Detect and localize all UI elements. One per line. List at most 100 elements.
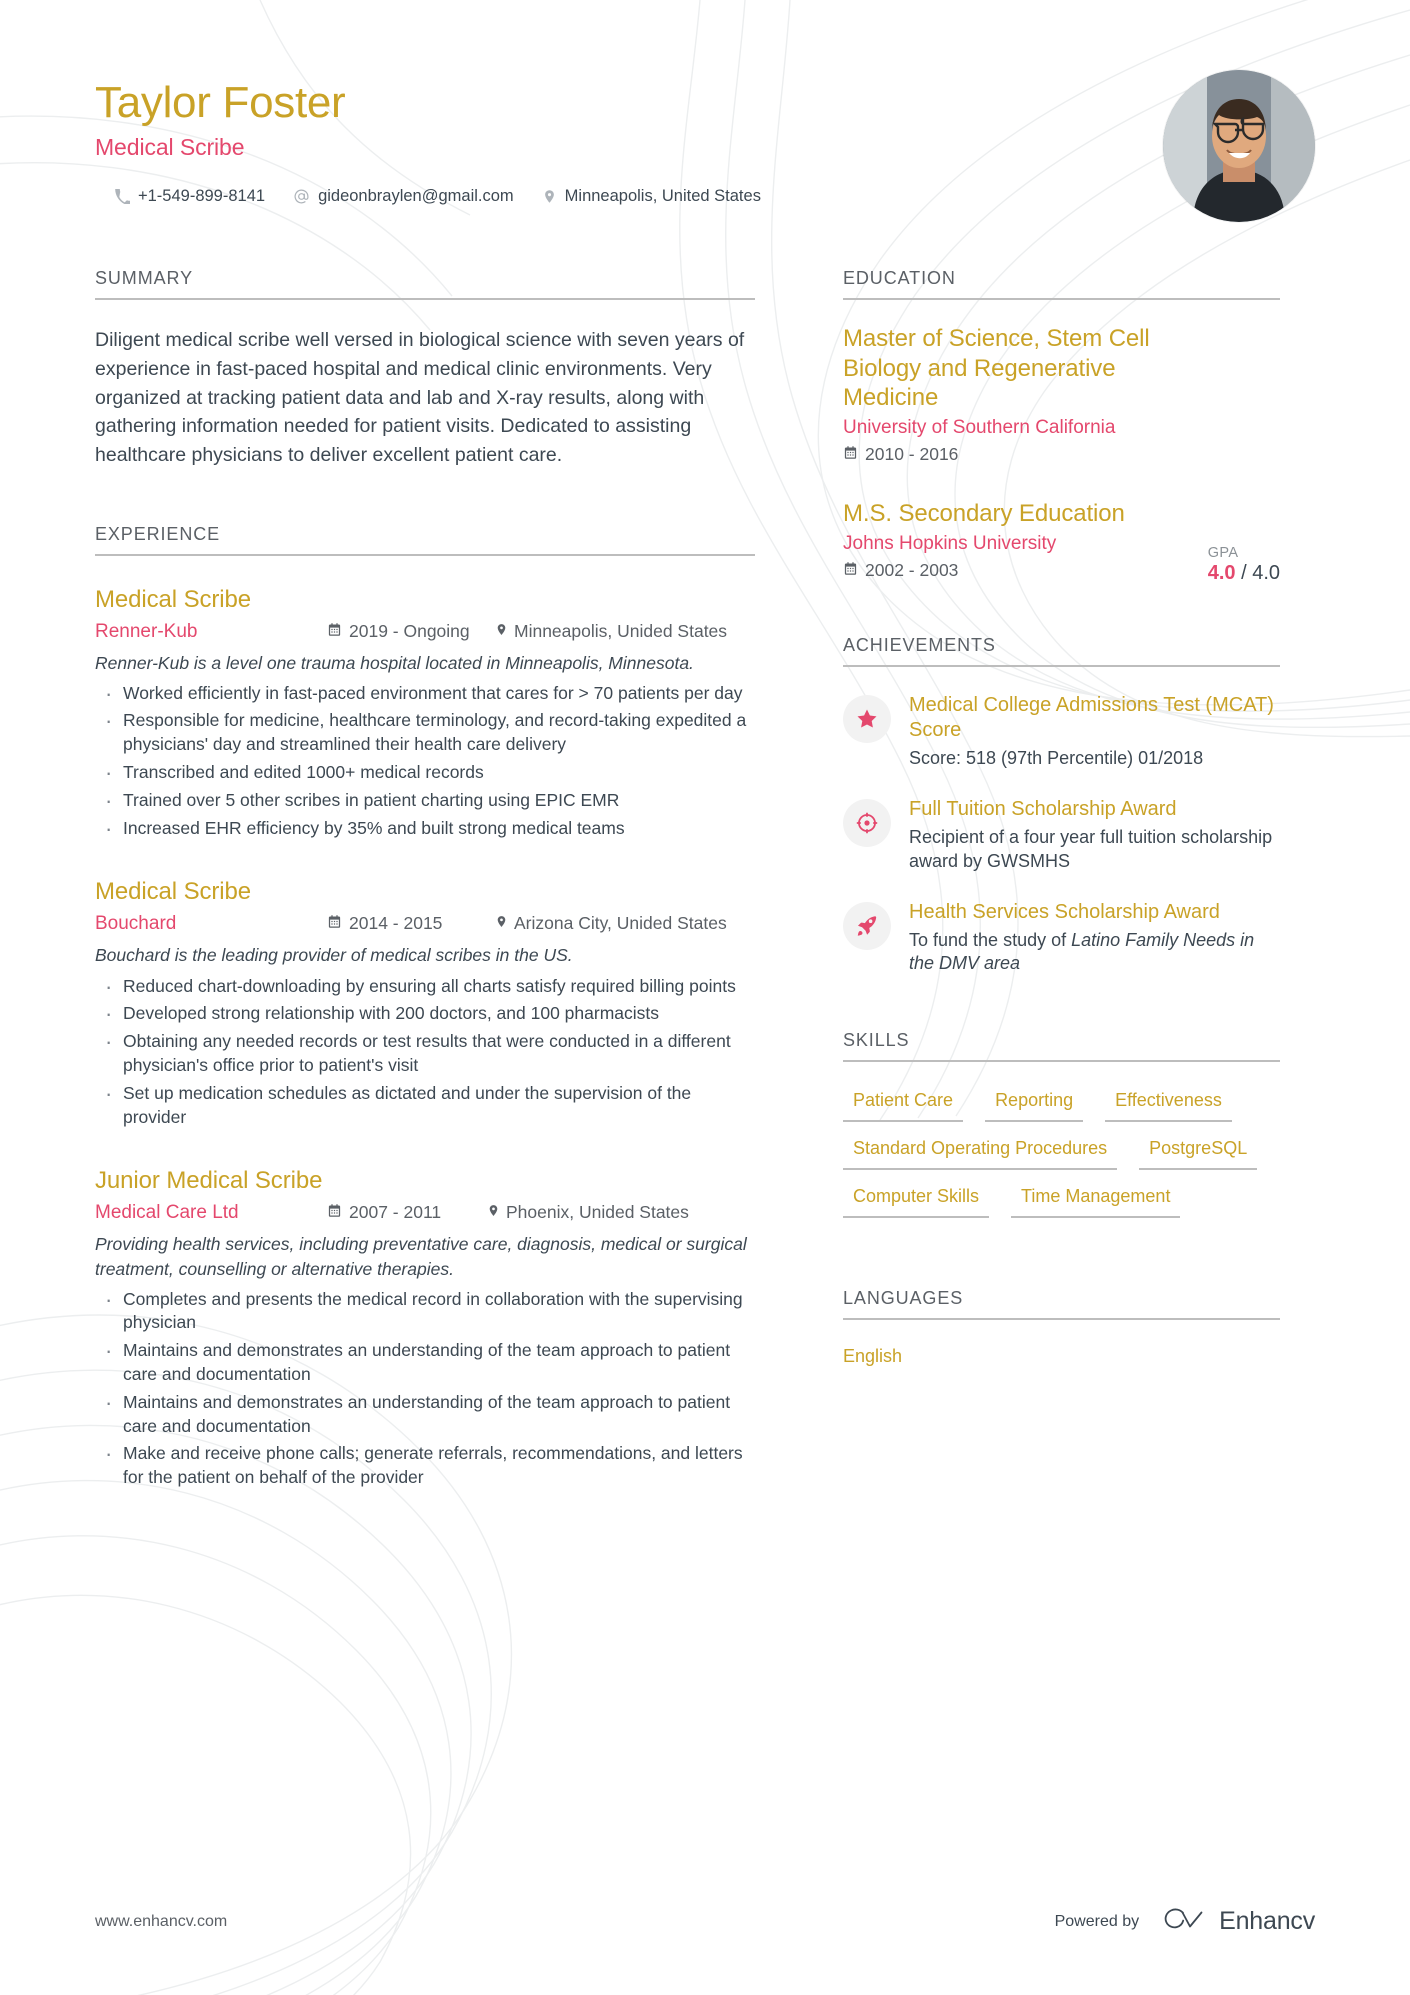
job-meta: Medical Care Ltd 2007 - 2011 Phoenix, Un… xyxy=(95,1202,755,1224)
target-icon xyxy=(843,799,891,848)
achievements-section: ACHIEVEMENTS Medical College Admissions … xyxy=(843,635,1280,976)
contact-phone-text: +1-549-899-8141 xyxy=(138,187,266,206)
avatar-photo xyxy=(1163,70,1315,222)
enhancv-brand[interactable]: Enhancv xyxy=(1161,1906,1315,1937)
star-icon xyxy=(843,695,891,744)
job-company: Bouchard xyxy=(95,913,177,935)
job-company: Medical Care Ltd xyxy=(95,1202,239,1224)
job-location: Minneapolis, Unided States xyxy=(495,621,727,642)
achievement-description-text: To fund the study of xyxy=(909,929,1072,950)
education-school: University of Southern California xyxy=(843,417,1116,439)
contact-location-text: Minneapolis, United States xyxy=(564,187,761,206)
resume-content: Taylor Foster Medical Scribe +1-549-899-… xyxy=(0,0,1410,1498)
experience-item: Junior Medical Scribe Medical Care Ltd 2… xyxy=(95,1167,755,1490)
skill-tag: Computer Skills xyxy=(843,1184,990,1219)
job-bullets: Reduced chart-downloading by ensuring al… xyxy=(95,972,755,1130)
job-dates-text: 2019 - Ongoing xyxy=(349,620,470,641)
contact-email[interactable]: gideonbraylen@gmail.com xyxy=(293,187,514,206)
achievement-item: Full Tuition Scholarship Award Recipient… xyxy=(843,797,1280,874)
summary-section: SUMMARY Diligent medical scribe well ver… xyxy=(95,268,755,469)
gpa-scale: / 4.0 xyxy=(1241,562,1280,585)
skills-section: SKILLS Patient Care Reporting Effectiven… xyxy=(843,1030,1280,1219)
achievement-title: Medical College Admissions Test (MCAT) S… xyxy=(909,694,1274,742)
education-degree: M.S. Secondary Education xyxy=(843,500,1125,528)
footer-powered-by: Powered by Enhancv xyxy=(1054,1906,1316,1937)
phone-icon xyxy=(115,189,130,205)
summary-text: Diligent medical scribe well versed in b… xyxy=(95,329,745,466)
header-job-title: Medical Scribe xyxy=(95,134,245,161)
job-description: Bouchard is the leading provider of medi… xyxy=(95,945,573,966)
calendar-icon xyxy=(327,913,342,934)
contact-location[interactable]: Minneapolis, United States xyxy=(542,187,761,206)
education-item: M.S. Secondary Education Johns Hopkins U… xyxy=(843,499,1280,584)
calendar-icon xyxy=(327,621,342,642)
experience-item: Medical Scribe Bouchard 2014 - 2015 Ariz… xyxy=(95,878,755,1129)
job-location-text: Arizona City, Unided States xyxy=(514,913,727,934)
resume-page: Taylor Foster Medical Scribe +1-549-899-… xyxy=(0,0,1410,1995)
achievement-body: Health Services Scholarship Award To fun… xyxy=(909,900,1280,977)
map-pin-icon xyxy=(487,1202,500,1223)
achievement-body: Medical College Admissions Test (MCAT) S… xyxy=(909,693,1280,771)
job-bullet: Maintains and demonstrates an understand… xyxy=(95,1336,755,1387)
gpa-value: 4.0 / 4.0 xyxy=(1208,562,1280,585)
education-section: EDUCATION Master of Science, Stem Cell B… xyxy=(843,268,1280,584)
avatar xyxy=(1163,70,1315,222)
job-meta: Renner-Kub 2019 - Ongoing Minneapolis, U… xyxy=(95,621,755,643)
skill-tag: Time Management xyxy=(1011,1184,1181,1219)
page-footer: www.enhancv.com Powered by Enhancv xyxy=(0,1906,1410,1937)
job-bullet: Set up medication schedules as dictated … xyxy=(95,1079,755,1130)
brand-name: Enhancv xyxy=(1219,1907,1315,1935)
job-description: Renner-Kub is a level one trauma hospita… xyxy=(95,652,694,673)
contact-phone[interactable]: +1-549-899-8141 xyxy=(115,187,265,206)
job-dates: 2019 - Ongoing xyxy=(327,621,495,642)
right-column: EDUCATION Master of Science, Stem Cell B… xyxy=(843,268,1280,1498)
job-bullet: Reduced chart-downloading by ensuring al… xyxy=(95,972,755,1002)
job-role: Medical Scribe xyxy=(95,585,251,613)
page-title: Taylor Foster xyxy=(95,78,346,127)
job-dates-text: 2014 - 2015 xyxy=(349,913,443,934)
rocket-icon xyxy=(843,901,891,950)
left-column: SUMMARY Diligent medical scribe well ver… xyxy=(95,268,755,1498)
job-bullet: Make and receive phone calls; generate r… xyxy=(95,1439,755,1490)
job-bullet: Worked efficiently in fast-paced environ… xyxy=(95,679,755,709)
job-dates-text: 2007 - 2011 xyxy=(349,1202,442,1223)
job-location: Phoenix, Unided States xyxy=(487,1202,689,1223)
job-company: Renner-Kub xyxy=(95,620,198,642)
education-degree: Master of Science, Stem Cell Biology and… xyxy=(843,325,1150,411)
gpa-label: GPA xyxy=(1207,545,1239,562)
calendar-icon xyxy=(843,560,858,581)
job-bullet: Maintains and demonstrates an understand… xyxy=(95,1388,755,1439)
achievement-description: Score: 518 (97th Percentile) 01/2018 xyxy=(909,748,1204,769)
skill-tag: Patient Care xyxy=(843,1088,964,1123)
job-bullet: Completes and presents the medical recor… xyxy=(95,1285,755,1336)
calendar-icon xyxy=(327,1202,342,1223)
experience-section: EXPERIENCE Medical Scribe Renner-Kub 201… xyxy=(95,524,755,1491)
summary-heading: SUMMARY xyxy=(95,268,755,301)
languages-heading: LANGUAGES xyxy=(843,1288,1280,1321)
map-pin-icon xyxy=(542,188,557,205)
experience-item: Medical Scribe Renner-Kub 2019 - Ongoing… xyxy=(95,585,755,844)
achievement-description: To fund the study of Latino Family Needs… xyxy=(909,929,1280,977)
job-bullet: Developed strong relationship with 200 d… xyxy=(95,999,755,1029)
achievement-title: Health Services Scholarship Award xyxy=(909,900,1220,923)
skill-tag: Effectiveness xyxy=(1105,1088,1232,1123)
gpa-number: 4.0 xyxy=(1207,562,1236,585)
job-bullet: Increased EHR efficiency by 35% and buil… xyxy=(95,814,755,844)
map-pin-icon xyxy=(495,621,508,642)
footer-website[interactable]: www.enhancv.com xyxy=(95,1913,227,1931)
job-location-text: Phoenix, Unided States xyxy=(506,1202,689,1223)
achievement-body: Full Tuition Scholarship Award Recipient… xyxy=(909,797,1280,874)
languages-section: LANGUAGES English xyxy=(843,1288,1280,1367)
contact-row: +1-549-899-8141 gideonbraylen@gmail.com … xyxy=(95,187,1315,206)
powered-by-label: Powered by xyxy=(1054,1912,1140,1930)
education-dates-text: 2010 - 2016 xyxy=(865,444,959,465)
job-bullet: Obtaining any needed records or test res… xyxy=(95,1027,755,1078)
job-bullets: Worked efficiently in fast-paced environ… xyxy=(95,679,755,844)
achievement-item: Health Services Scholarship Award To fun… xyxy=(843,900,1280,977)
job-dates: 2007 - 2011 xyxy=(327,1202,487,1223)
language-item: English xyxy=(843,1346,903,1367)
achievement-item: Medical College Admissions Test (MCAT) S… xyxy=(843,693,1280,771)
achievement-title: Full Tuition Scholarship Award xyxy=(909,798,1177,821)
skill-tag: PostgreSQL xyxy=(1139,1136,1258,1171)
gpa-block: GPA 4.0 / 4.0 xyxy=(1208,545,1280,585)
